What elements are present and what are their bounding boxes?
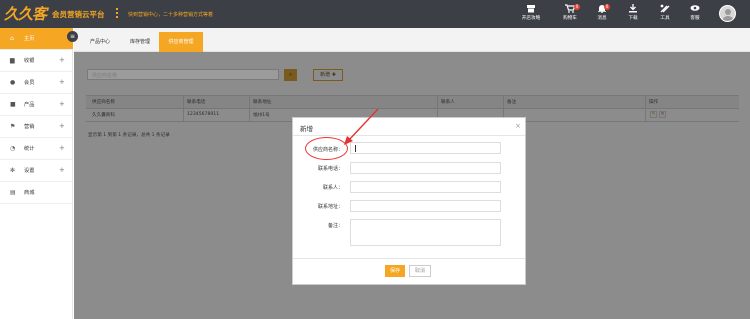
flag-icon: ⚑ [10, 123, 16, 130]
text-caret [355, 145, 356, 152]
new-supplier-button[interactable]: 新增 ✚ [313, 69, 343, 81]
sidebar-item-label: 商城 [24, 190, 35, 196]
delete-icon[interactable]: ✕ [659, 111, 666, 118]
cart-badge: 0 [574, 4, 580, 10]
supplier-search-input[interactable]: 供应商名称 [87, 69, 279, 80]
tools-icon [660, 4, 670, 13]
sidebar-item-marketing[interactable]: ⚑ 营销 + [0, 116, 73, 138]
sidebar-item-members[interactable]: ● 会员 + [0, 72, 73, 94]
annotation-arrow-icon [344, 108, 379, 145]
sidebar-item-label: 统计 [24, 146, 35, 152]
expand-icon[interactable]: + [59, 122, 65, 130]
column-header[interactable]: 联系地址 [253, 99, 271, 105]
messages-badge: 0 [604, 4, 610, 10]
store-icon [526, 4, 536, 13]
sidebar-item-home[interactable]: ⌂ 主页 [0, 28, 73, 50]
close-icon[interactable]: × [515, 122, 521, 130]
search-button[interactable]: ⌕ [284, 69, 297, 81]
tab-bar: 产品中心 库存管理 供应商管理 [74, 28, 750, 52]
chart-icon: ◔ [10, 145, 16, 152]
tab-product-center[interactable]: 产品中心 [84, 32, 116, 52]
sidebar-item-label: 收银 [24, 58, 35, 64]
tab-suppliers[interactable]: 供应商管理 [159, 32, 203, 52]
box-icon: ■ [10, 101, 16, 108]
sidebar-item-label: 会员 [24, 80, 35, 86]
address-input[interactable] [350, 200, 501, 212]
column-header[interactable]: 备注 [507, 99, 516, 105]
gear-icon: ✻ [10, 167, 16, 174]
cell-supplier-name: 久久囊商科 [92, 113, 115, 118]
tools-label: 工具 [660, 16, 670, 21]
cart-label: 购物车 [563, 16, 577, 21]
table-header: 供应商名称 联系电话 联系地址 联系人 备注 操作 [86, 96, 739, 109]
top-bar: 久久客 会员营销云平台 快到营销中心，二十多种营销方式等着 开店攻略 0 购物车… [0, 0, 750, 28]
note-textarea[interactable] [350, 219, 501, 246]
download-label: 下载 [628, 16, 638, 21]
tab-inventory[interactable]: 库存管理 [124, 32, 156, 52]
sidebar-item-products[interactable]: ■ 产品 + [0, 94, 73, 116]
sidebar-item-statistics[interactable]: ◔ 统计 + [0, 138, 73, 160]
separator-icon [116, 8, 118, 20]
sidebar-item-label: 设置 [24, 168, 35, 174]
messages-label: 消息 [597, 16, 607, 21]
monitor-icon: ▆ [10, 57, 15, 64]
save-button[interactable]: 保存 [385, 265, 405, 277]
sidebar-item-label: 营销 [24, 124, 35, 130]
sidebar-item-settings[interactable]: ✻ 设置 + [0, 160, 73, 182]
avatar[interactable] [719, 5, 736, 22]
users-icon: ● [10, 79, 16, 86]
customer-service-label: 客服 [690, 16, 700, 21]
phone-label: 联系电话： [317, 166, 343, 172]
shop-icon: ▤ [10, 189, 16, 196]
sidebar-item-mall[interactable]: ▤ 商城 [0, 182, 73, 204]
phone-input[interactable] [350, 162, 501, 174]
expand-icon[interactable]: + [59, 56, 65, 64]
column-header: 操作 [649, 100, 659, 105]
cancel-button[interactable]: 取消 [409, 265, 431, 277]
logo[interactable]: 久久客 [4, 3, 48, 25]
contact-input[interactable] [350, 181, 501, 193]
menu-toggle-icon[interactable]: ≡ [67, 31, 78, 42]
search-placeholder: 供应商名称 [92, 73, 118, 79]
dialog-title: 新增 [300, 125, 313, 133]
store-guide-label: 开店攻略 [521, 16, 541, 21]
dialog-header: 新增 × [293, 118, 525, 136]
sidebar-item-label: 产品 [24, 102, 35, 108]
customer-service-button[interactable]: 客服 [686, 4, 704, 26]
sidebar-item-label: 主页 [24, 36, 35, 42]
column-header[interactable]: 联系电话 [187, 99, 205, 105]
store-guide-button[interactable]: 开店攻略 [518, 4, 544, 26]
note-label: 备注： [327, 223, 343, 229]
service-icon [690, 4, 700, 13]
tools-button[interactable]: 工具 [656, 4, 674, 26]
address-label: 联系地址： [317, 204, 343, 210]
download-icon [628, 4, 638, 13]
cell-address: 福州1号 [253, 113, 270, 118]
column-header[interactable]: 供应商名称 [92, 99, 115, 105]
search-icon: ⌕ [288, 71, 293, 78]
edit-icon[interactable]: ✎ [650, 111, 657, 118]
cell-phone: 12345678911 [187, 112, 220, 117]
expand-icon[interactable]: + [59, 78, 65, 86]
messages-button[interactable]: 0 消息 [592, 4, 612, 26]
download-button[interactable]: 下载 [624, 4, 642, 26]
sidebar-item-cashier[interactable]: ▆ 收银 + [0, 50, 73, 72]
cart-button[interactable]: 0 购物车 [558, 4, 582, 26]
expand-icon[interactable]: + [59, 166, 65, 174]
contact-label: 联系人： [322, 185, 343, 191]
expand-icon[interactable]: + [59, 100, 65, 108]
home-icon: ⌂ [10, 35, 14, 42]
pagination-info: 显示第 1 到第 1 条记录，总共 1 条记录 [88, 133, 170, 138]
expand-icon[interactable]: + [59, 144, 65, 152]
sidebar: ⌂ 主页 ▆ 收银 + ● 会员 + ■ 产品 + ⚑ 营销 + ◔ 统计 + … [0, 28, 73, 319]
tagline[interactable]: 快到营销中心，二十多种营销方式等着 [128, 11, 213, 18]
brand-title: 会员营销云平台 [52, 10, 105, 19]
column-header[interactable]: 联系人 [441, 99, 455, 105]
dialog-divider [293, 258, 525, 259]
